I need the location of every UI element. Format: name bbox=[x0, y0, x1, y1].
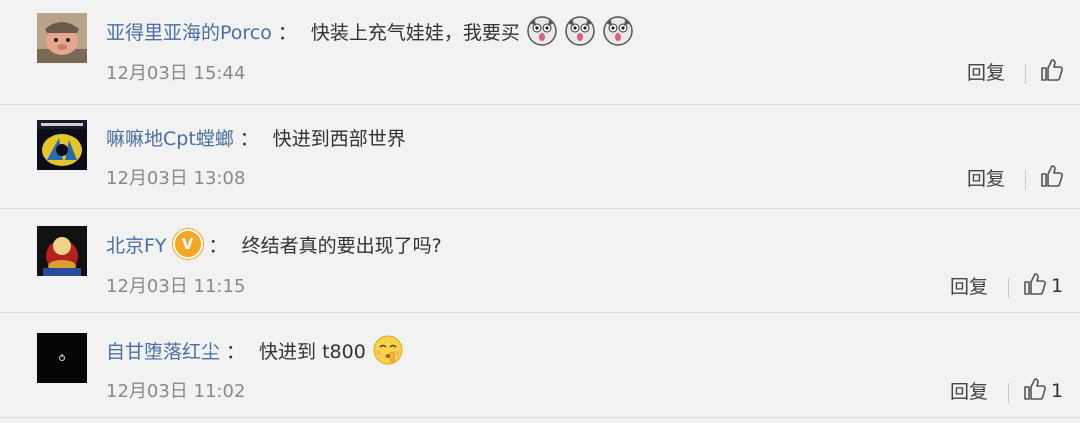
colon: ： bbox=[239, 127, 259, 150]
comment-timestamp: 12月03日 15:44 bbox=[106, 63, 246, 84]
verified-badge-icon: V bbox=[172, 229, 203, 259]
colon: ： bbox=[226, 340, 246, 363]
comment-text: 快装上充气娃娃，我要买 bbox=[310, 21, 520, 44]
avatar[interactable] bbox=[37, 120, 87, 170]
shush-face-emoji-icon bbox=[372, 334, 404, 366]
comment-timestamp: 12月03日 11:02 bbox=[106, 381, 246, 402]
divider bbox=[1025, 64, 1026, 84]
divider bbox=[1008, 278, 1009, 298]
username-link[interactable]: 北京FY bbox=[106, 231, 167, 258]
username-link[interactable]: 亚得里亚海的Porco bbox=[106, 18, 272, 45]
comment-header: 亚得里亚海的Porco ： 快装上充气娃娃，我要买 bbox=[106, 16, 634, 46]
thumbs-up-icon bbox=[1040, 164, 1064, 192]
comment-timestamp: 12月03日 11:15 bbox=[106, 276, 246, 297]
thumbs-up-icon bbox=[1023, 377, 1047, 405]
like-button[interactable] bbox=[1040, 164, 1068, 192]
username-link[interactable]: 自甘堕落红尘 bbox=[106, 337, 220, 364]
colon: ： bbox=[277, 21, 297, 44]
dog-face-emoji-icon bbox=[602, 15, 634, 47]
like-count: 1 bbox=[1051, 275, 1064, 297]
comment-item: 自甘堕落红尘 ： 快进到 t800 12月03日 11:02 回复 1 bbox=[0, 313, 1080, 418]
comment-text: 终结者真的要出现了吗? bbox=[241, 234, 442, 257]
divider bbox=[1008, 383, 1009, 403]
comment-item: 嘛嘛地Cpt螳螂 ： 快进到西部世界 12月03日 13:08 回复 bbox=[0, 104, 1080, 209]
thumbs-up-icon bbox=[1023, 272, 1047, 300]
reply-button[interactable]: 回复 bbox=[950, 377, 988, 404]
like-button[interactable]: 1 bbox=[1023, 272, 1063, 300]
colon: ： bbox=[208, 234, 228, 257]
reply-button[interactable]: 回复 bbox=[967, 164, 1005, 191]
comment-text: 快进到西部世界 bbox=[272, 127, 406, 150]
comment-timestamp: 12月03日 13:08 bbox=[106, 168, 246, 189]
reply-button[interactable]: 回复 bbox=[967, 58, 1005, 85]
like-count: 1 bbox=[1051, 380, 1064, 402]
avatar[interactable] bbox=[37, 13, 87, 63]
dog-face-emoji-icon bbox=[526, 15, 558, 47]
comment-header: 嘛嘛地Cpt螳螂 ： 快进到西部世界 bbox=[106, 122, 406, 152]
like-button[interactable] bbox=[1040, 58, 1068, 86]
comment-header: 北京FY V ： 终结者真的要出现了吗? bbox=[106, 229, 442, 259]
comment-text: 快进到 t800 bbox=[259, 340, 366, 363]
dog-face-emoji-icon bbox=[564, 15, 596, 47]
comment-header: 自甘堕落红尘 ： 快进到 t800 bbox=[106, 335, 404, 365]
thumbs-up-icon bbox=[1040, 58, 1064, 86]
comment-item: 亚得里亚海的Porco ： 快装上充气娃娃，我要买 12月03日 15:44 回… bbox=[0, 0, 1080, 105]
divider bbox=[1025, 170, 1026, 190]
comment-item: 北京FY V ： 终结者真的要出现了吗? 12月03日 11:15 回复 1 bbox=[0, 208, 1080, 313]
avatar[interactable] bbox=[37, 333, 87, 383]
like-button[interactable]: 1 bbox=[1023, 377, 1063, 405]
avatar[interactable] bbox=[37, 226, 87, 276]
reply-button[interactable]: 回复 bbox=[950, 272, 988, 299]
username-link[interactable]: 嘛嘛地Cpt螳螂 bbox=[106, 124, 234, 151]
